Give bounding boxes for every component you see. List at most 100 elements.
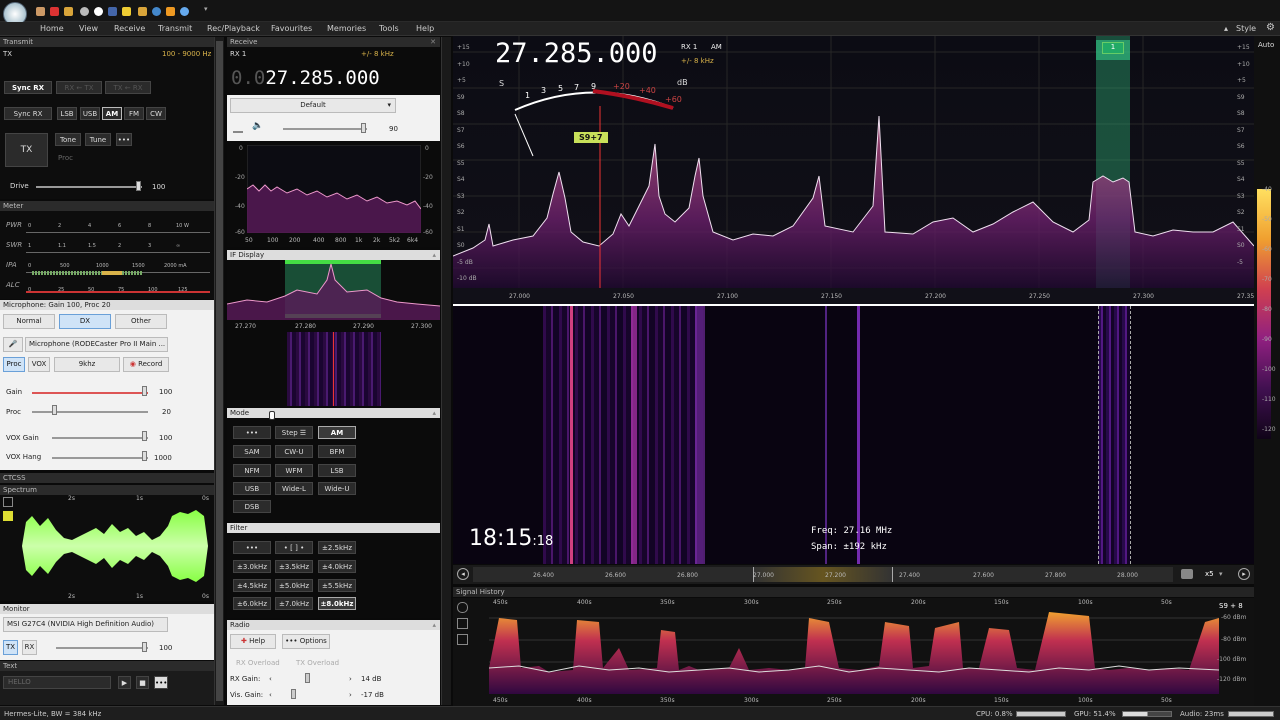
- profile-select[interactable]: Default ▾: [230, 98, 396, 113]
- camera-icon[interactable]: [1181, 569, 1193, 579]
- preset-normal-button[interactable]: Normal: [3, 314, 55, 329]
- collapse-icon[interactable]: ▴: [432, 250, 436, 260]
- globe-icon[interactable]: [152, 7, 161, 16]
- zoom-level[interactable]: x5: [1205, 570, 1214, 578]
- filter-3-0-button[interactable]: ±3.0kHz: [233, 560, 271, 573]
- filter-6-0-button[interactable]: ±6.0kHz: [233, 597, 271, 610]
- menu-memories[interactable]: Memories: [327, 24, 366, 33]
- dropdown-arrow-icon[interactable]: ▾: [204, 5, 208, 13]
- filter-4-0-button[interactable]: ±4.0kHz: [318, 560, 356, 573]
- microphone-device-select[interactable]: Microphone (RODECaster Pro II Main ...: [25, 337, 168, 352]
- filter-5-5-button[interactable]: ±5.5kHz: [318, 579, 356, 592]
- main-spectrum[interactable]: 27.285.000 RX 1 AM +/- 8 kHz S 1 3 5 7 9…: [453, 36, 1254, 304]
- menu-tools[interactable]: Tools: [379, 24, 399, 33]
- gain-slider-track[interactable]: [32, 392, 148, 394]
- band-overview-bar[interactable]: ◂ 26.400 26.600 26.800 27.000 27.200 27.…: [453, 565, 1254, 584]
- speaker-icon[interactable]: 🔈: [252, 121, 263, 131]
- signal-marker-badge[interactable]: 1: [1102, 42, 1124, 54]
- star-icon[interactable]: [122, 7, 131, 16]
- monitor-rx-button[interactable]: RX: [22, 640, 37, 655]
- spectrum-mode-icon[interactable]: [3, 497, 13, 507]
- mode-more-button[interactable]: •••: [233, 426, 271, 439]
- monitor-slider-thumb[interactable]: [142, 642, 147, 652]
- mode-lsb-button[interactable]: LSB: [57, 107, 77, 120]
- tx-button[interactable]: TX: [5, 133, 48, 167]
- proc-toggle-button[interactable]: Proc: [3, 357, 25, 372]
- mode-am-button[interactable]: AM: [102, 107, 122, 120]
- monitor-device-select[interactable]: MSI G27C4 (NVIDIA High Definition Audio): [3, 617, 168, 632]
- chevron-up-icon[interactable]: ▴: [1224, 24, 1228, 33]
- tx-more-button[interactable]: •••: [116, 133, 132, 146]
- mode-cw-button[interactable]: CW: [146, 107, 166, 120]
- filter-custom-button[interactable]: • [ ] •: [275, 541, 313, 554]
- collapse-icon[interactable]: ▴: [432, 408, 436, 418]
- bandwidth-select[interactable]: 9khz: [54, 357, 120, 372]
- main-frequency-display[interactable]: 27.285.000: [495, 38, 658, 69]
- vox-hang-slider-thumb[interactable]: [142, 451, 147, 461]
- stop-icon[interactable]: [50, 7, 59, 16]
- style-menu[interactable]: Style: [1236, 24, 1256, 33]
- scroll-right-icon[interactable]: ▸: [1238, 568, 1250, 580]
- filter-3-5-button[interactable]: ±3.5kHz: [275, 560, 313, 573]
- mode-lsb-select[interactable]: LSB: [318, 464, 356, 477]
- tx-to-rx-button[interactable]: TX ← RX: [105, 81, 151, 94]
- vox-gain-slider-thumb[interactable]: [142, 431, 147, 441]
- filter-4-5-button[interactable]: ±4.5kHz: [233, 579, 271, 592]
- filter-8-0-button[interactable]: ±8.0kHz: [318, 597, 356, 610]
- ctcss-panel-header[interactable]: CTCSS: [0, 473, 214, 483]
- volume-slider-thumb[interactable]: [361, 123, 366, 133]
- filter-7-0-button[interactable]: ±7.0kHz: [275, 597, 313, 610]
- menu-transmit[interactable]: Transmit: [158, 24, 192, 33]
- menu-receive[interactable]: Receive: [114, 24, 145, 33]
- zoom-dropdown-icon[interactable]: ▾: [1219, 570, 1223, 578]
- overview-track[interactable]: [473, 567, 1173, 582]
- play-icon[interactable]: ▶: [118, 676, 131, 689]
- lock-icon[interactable]: [138, 7, 147, 16]
- mode-am-select[interactable]: AM: [318, 426, 356, 439]
- gear-icon[interactable]: ⚙: [1266, 22, 1275, 33]
- vis-gain-decrement[interactable]: ‹: [269, 691, 272, 699]
- left-scrollbar[interactable]: [214, 37, 224, 705]
- tone-button[interactable]: Tone: [55, 133, 81, 146]
- filter-2-5-button[interactable]: ±2.5kHz: [318, 541, 356, 554]
- preset-other-button[interactable]: Other: [115, 314, 167, 329]
- monitor-slider-track[interactable]: [56, 647, 148, 649]
- record-icon[interactable]: [94, 7, 103, 16]
- rx-gain-slider-thumb[interactable]: [305, 673, 310, 683]
- scroll-left-icon[interactable]: ◂: [457, 568, 469, 580]
- target-icon[interactable]: [80, 7, 89, 16]
- filter-5-0-button[interactable]: ±5.0kHz: [275, 579, 313, 592]
- mode-widel-select[interactable]: Wide-L: [275, 482, 313, 495]
- mode-usb-select[interactable]: USB: [233, 482, 271, 495]
- home-icon[interactable]: [36, 7, 45, 16]
- filter-more-button[interactable]: •••: [233, 541, 271, 554]
- history-mode-icon[interactable]: [457, 602, 468, 613]
- receive-frequency-display[interactable]: 0.027.285.000: [231, 67, 380, 89]
- proc-slider-track[interactable]: [32, 411, 148, 413]
- help-button[interactable]: ✚ Help: [230, 634, 276, 649]
- menu-rec-playback[interactable]: Rec/Playback: [207, 24, 260, 33]
- middle-scrollbar[interactable]: [441, 37, 451, 705]
- sync-rx-button[interactable]: Sync RX: [4, 81, 52, 94]
- mode-wideu-select[interactable]: Wide-U: [318, 482, 356, 495]
- proc-slider-thumb[interactable]: [52, 405, 57, 415]
- mode-cwu-select[interactable]: CW-U: [275, 445, 313, 458]
- mode-wfm-select[interactable]: WFM: [275, 464, 313, 477]
- volume-slider-track[interactable]: [283, 128, 367, 130]
- text-more-button[interactable]: •••: [154, 676, 168, 689]
- drive-slider-track[interactable]: [36, 186, 142, 188]
- tune-button[interactable]: Tune: [85, 133, 111, 146]
- options-button[interactable]: ••• Options: [282, 634, 330, 649]
- vox-gain-slider-track[interactable]: [52, 437, 148, 439]
- menu-help[interactable]: Help: [416, 24, 434, 33]
- mode-dsb-select[interactable]: DSB: [233, 500, 271, 513]
- overview-visible-window[interactable]: [753, 567, 893, 582]
- drive-slider-thumb[interactable]: [136, 181, 141, 191]
- warning-icon[interactable]: [166, 7, 175, 16]
- rx-gain-increment[interactable]: ›: [349, 675, 352, 683]
- history-arrow-icon[interactable]: [457, 618, 468, 629]
- menu-view[interactable]: View: [79, 24, 98, 33]
- vis-gain-increment[interactable]: ›: [349, 691, 352, 699]
- menu-favourites[interactable]: Favourites: [271, 24, 312, 33]
- mode-bfm-select[interactable]: BFM: [318, 445, 356, 458]
